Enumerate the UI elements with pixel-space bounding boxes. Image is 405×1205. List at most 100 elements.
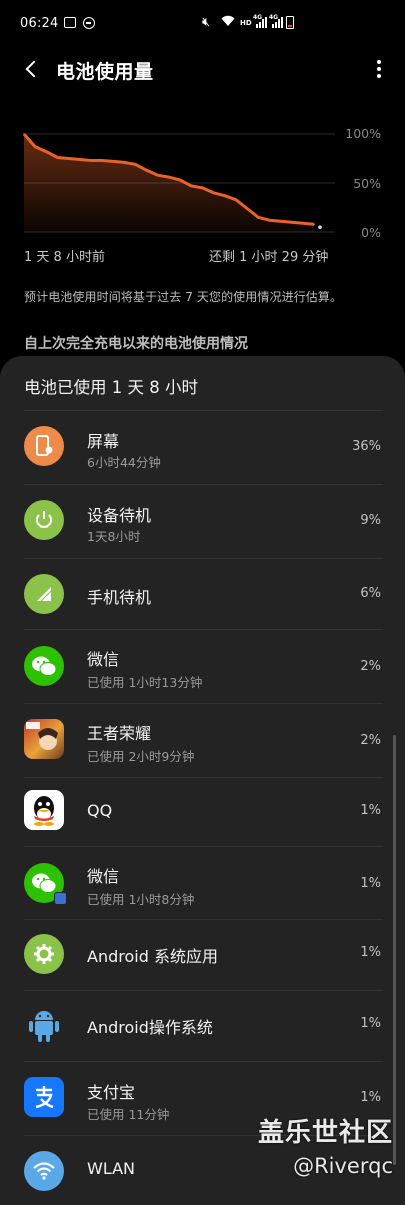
back-button[interactable] (18, 54, 48, 84)
android-icon (24, 1005, 64, 1045)
app-percent: 2% (360, 659, 381, 674)
battery-chart: 100% 50% 0% (0, 118, 405, 248)
chart-point (78, 158, 81, 161)
chart-point (223, 194, 226, 197)
chart-point (23, 133, 25, 135)
list-item-android-system-apps[interactable]: Android 系统应用 1% (0, 920, 405, 990)
app-name: 微信 (87, 867, 120, 886)
list-item-honor-of-kings[interactable]: 王者荣耀 已使用 2小时9分钟 2% (0, 704, 405, 777)
app-percent: 1% (360, 945, 381, 960)
wechat-icon (24, 646, 64, 686)
app-name: 微信 (87, 650, 120, 669)
do-not-disturb-icon (83, 17, 95, 29)
chart-point (112, 160, 115, 163)
app-name: 王者荣耀 (87, 724, 152, 743)
app-usage: 已使用 1小时13分钟 (87, 675, 203, 690)
usage-sheet: 电池已使用 1 天 8 小时 屏幕 6小时44分钟 36% 设备待机 1天8小时… (0, 356, 405, 1205)
list-item-wechat[interactable]: 微信 已使用 1小时13分钟 2% (0, 630, 405, 703)
more-options-button[interactable] (375, 58, 383, 80)
chart-point (212, 192, 215, 194)
app-usage: 已使用 2小时9分钟 (87, 749, 195, 764)
status-time: 06:24 (20, 16, 59, 31)
gallery-icon (64, 17, 76, 28)
app-percent: 9% (360, 513, 381, 528)
mute-icon: 🔇︎ (202, 15, 211, 30)
list-item-phone-idle[interactable]: 手机待机 6% (0, 559, 405, 629)
watermark-title: 盖乐世社区 (257, 1118, 393, 1148)
app-percent: 2% (360, 733, 381, 748)
app-name: 手机待机 (87, 588, 152, 607)
section-header: 自上次完全充电以来的电池使用情况 (24, 336, 248, 352)
hd-voice-label: HD (240, 19, 252, 27)
chart-point (279, 220, 282, 223)
app-usage: 1天8小时 (87, 529, 141, 544)
signal-icon (24, 574, 64, 614)
chart-point (168, 176, 170, 178)
chart-point (101, 159, 103, 162)
signal-icon-1 (256, 17, 267, 28)
chart-point (179, 179, 181, 181)
app-name: QQ (87, 801, 113, 820)
app-percent: 1% (360, 1016, 381, 1031)
chart-point (246, 207, 248, 210)
watermark-handle: @Riverqc (293, 1154, 393, 1178)
app-name: 设备待机 (87, 506, 152, 525)
app-percent: 1% (360, 1090, 381, 1105)
y-tick-label-100: 100% (345, 126, 381, 141)
y-tick-label-50: 50% (353, 176, 381, 191)
chart-point (268, 219, 271, 222)
app-bar: 电池使用量 (0, 48, 405, 90)
chart-point (235, 198, 237, 201)
qq-icon (24, 790, 64, 830)
chart-point (201, 187, 204, 189)
wifi-icon (24, 1151, 64, 1191)
chart-point (134, 163, 137, 166)
app-usage: 已使用 1小时8分钟 (87, 892, 195, 907)
wifi-status-icon (221, 15, 235, 30)
list-item-qq[interactable]: QQ 1% (0, 778, 405, 846)
app-name: Android 系统应用 (87, 947, 218, 966)
app-usage: 已使用 11分钟 (87, 1107, 170, 1122)
app-name: Android操作系统 (87, 1018, 213, 1037)
app-percent: 1% (360, 803, 381, 818)
x-start-label: 1 天 8 小时前 (24, 250, 105, 265)
app-name: WLAN (87, 1159, 136, 1178)
list-item-screen[interactable]: 屏幕 6小时44分钟 36% (0, 411, 405, 484)
y-tick-label-0: 0% (361, 225, 381, 240)
chart-point (145, 169, 148, 172)
chart-point (34, 145, 36, 148)
estimate-note: 预计电池使用时间将基于过去 7 天您的使用情况进行估算。 (24, 290, 343, 304)
app-name: 支付宝 (87, 1083, 136, 1102)
signal-icon-2 (272, 17, 283, 28)
alipay-icon (24, 1077, 64, 1117)
status-bar: 06:24 🔇︎ HD 4G 4G (0, 0, 405, 48)
clone-badge-icon (54, 892, 67, 905)
sheet-title: 电池已使用 1 天 8 小时 (24, 378, 198, 397)
list-item-device-idle[interactable]: 设备待机 1天8小时 9% (0, 485, 405, 558)
app-name: 屏幕 (87, 432, 120, 451)
battery-chart-svg (22, 133, 335, 233)
chart-point (290, 221, 293, 223)
battery-icon (286, 16, 294, 29)
android-settings-icon (24, 934, 64, 974)
power-icon (24, 500, 64, 540)
chart-point (302, 222, 304, 224)
app-percent: 1% (360, 876, 381, 891)
chart-point (90, 159, 92, 162)
wechat-clone-icon (24, 863, 67, 905)
chart-point (56, 156, 59, 159)
chart-point (157, 174, 159, 176)
list-item-wechat-clone[interactable]: 微信 已使用 1小时8分钟 1% (0, 847, 405, 919)
game-icon (24, 719, 64, 759)
scrollbar[interactable] (393, 735, 396, 1165)
chart-point (45, 150, 48, 153)
chart-end-marker (318, 225, 322, 229)
screen-icon (24, 426, 64, 466)
chart-point (313, 223, 315, 225)
app-percent: 36% (352, 439, 381, 454)
chart-point (190, 185, 193, 187)
chart-point (257, 216, 260, 219)
x-end-label: 还剩 1 小时 29 分钟 (209, 250, 329, 265)
list-item-android-os[interactable]: Android操作系统 1% (0, 991, 405, 1061)
chart-point (67, 157, 70, 160)
